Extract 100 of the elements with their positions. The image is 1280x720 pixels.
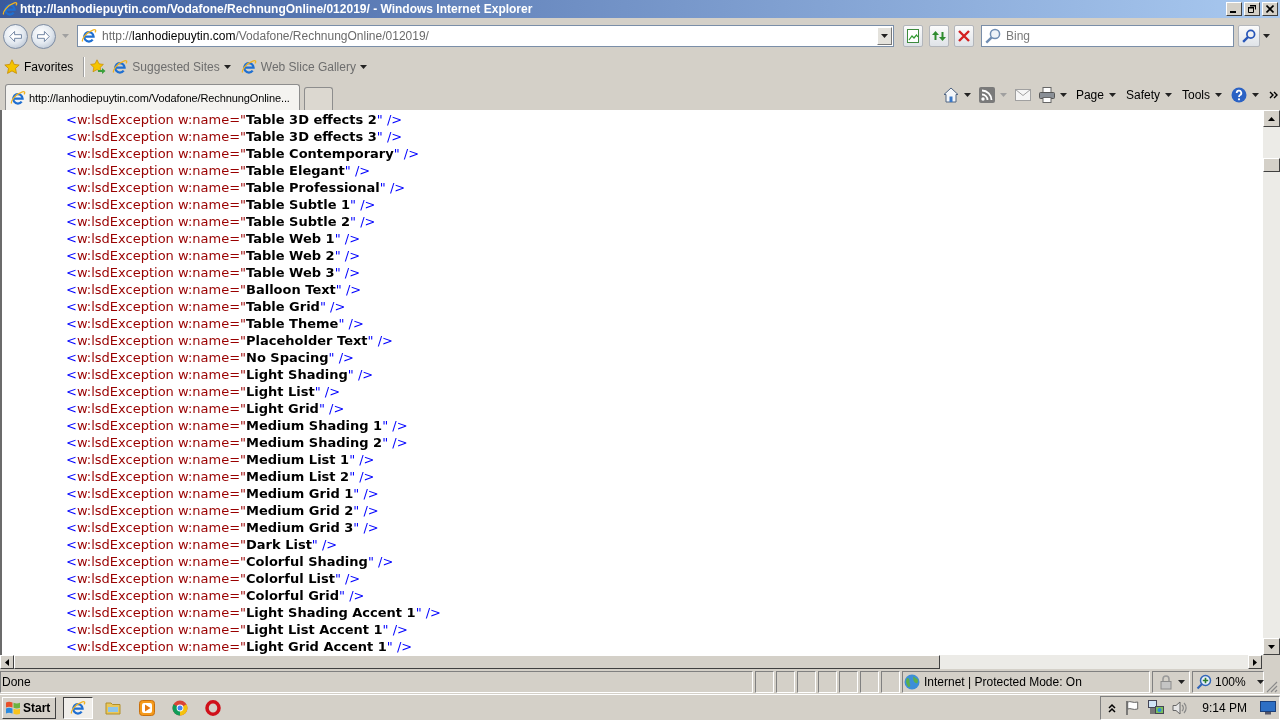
envelope-icon (1014, 87, 1031, 103)
browser-logo-icon (240, 59, 257, 75)
refresh-button[interactable] (929, 25, 949, 47)
status-pane (839, 671, 858, 693)
caret-icon (61, 34, 69, 38)
window-title: http://lanhodiepuytin.com/Vodafone/RechnungOnline/012019/ - Windows Internet Explorer (20, 2, 533, 16)
restore-icon (1248, 5, 1256, 13)
padlock-icon (1157, 674, 1174, 690)
status-pane (776, 671, 795, 693)
right-arrow-icon (1253, 658, 1257, 666)
browser-logo-icon (70, 699, 86, 716)
scroll-down-button[interactable] (1263, 638, 1280, 655)
minimize-button[interactable] (1226, 2, 1242, 16)
zoom-button[interactable]: 100% (1192, 671, 1264, 693)
search-field[interactable]: Bing (981, 25, 1234, 47)
scroll-left-button[interactable] (0, 655, 14, 669)
xml-line: <w:lsdException w:name="Table 3D effects 2" /> (66, 111, 403, 128)
start-button[interactable]: Start (2, 696, 56, 719)
browser-logo-icon (10, 89, 26, 106)
page-icon (906, 29, 920, 43)
scroll-right-button[interactable] (1248, 655, 1262, 669)
protected-mode-button[interactable] (1152, 671, 1190, 693)
scrollbar-thumb[interactable] (14, 655, 940, 669)
caret-icon (1215, 93, 1222, 97)
tab[interactable]: http://lanhodiepuytin.com/Vodafone/RechnungOnline... (5, 84, 300, 110)
status-pane (860, 671, 879, 693)
search-icon (1242, 29, 1256, 43)
up-chevron-icon[interactable] (1108, 702, 1117, 713)
xml-line: <w:lsdException w:name="Colorful List" /> (66, 570, 361, 587)
feeds-button[interactable] (976, 84, 1009, 106)
speaker-icon[interactable] (1172, 699, 1189, 716)
scroll-up-button[interactable] (1263, 110, 1280, 127)
feed-icon (978, 87, 995, 103)
taskbar-button[interactable] (63, 696, 93, 719)
xml-line: <w:lsdException w:name="Light List" /> (66, 383, 341, 400)
clock-text: 9:14 PM (1202, 700, 1247, 715)
xml-line: <w:lsdException w:name="Table Subtle 1" /> (66, 196, 376, 213)
print-button[interactable] (1036, 84, 1069, 106)
right-arrow-icon (37, 30, 50, 42)
xml-line: <w:lsdException w:name="Colorful Grid" /> (66, 587, 365, 604)
tile-logo-icon (5, 699, 21, 716)
xml-line: <w:lsdException w:name="Table Elegant" /> (66, 162, 371, 179)
menu-button[interactable]: Page (1072, 84, 1119, 106)
menu-button[interactable]: Tools (1179, 84, 1225, 106)
xml-line: <w:lsdException w:name="Medium Grid 3" /> (66, 519, 379, 536)
zoom-icon (1196, 674, 1212, 690)
resize-grip-icon[interactable] (1266, 681, 1278, 693)
address-field[interactable]: http://lanhodiepuytin.com/Vodafone/RechnungOnline/012019/ (77, 25, 894, 47)
caret-icon (359, 65, 367, 69)
search-icon (985, 28, 1001, 44)
help-icon (1231, 87, 1247, 103)
close-icon (1266, 5, 1274, 13)
double-chevron-icon (1269, 91, 1278, 99)
favorites-link[interactable]: Suggested Sites (112, 56, 231, 78)
xml-line: <w:lsdException w:name="No Spacing" /> (66, 349, 354, 366)
back-button[interactable] (3, 23, 28, 49)
favorites-link[interactable]: Web Slice Gallery (240, 56, 367, 78)
xml-line: <w:lsdException w:name="Medium Grid 1" /> (66, 485, 379, 502)
address-dropdown-button[interactable] (877, 27, 892, 45)
caret-icon (963, 93, 971, 97)
forward-button[interactable] (31, 23, 56, 49)
printer-icon (1038, 87, 1055, 103)
xml-line: <w:lsdException w:name="Table Theme" /> (66, 315, 364, 332)
xml-line: <w:lsdException w:name="Medium List 2" /> (66, 468, 375, 485)
status-text: Done (0, 671, 753, 693)
status-pane (755, 671, 774, 693)
xml-line: <w:lsdException w:name="Medium Shading 1" /> (66, 417, 408, 434)
home-icon (942, 87, 959, 103)
refresh-icon (932, 29, 946, 43)
ring-logo-icon[interactable] (205, 699, 221, 716)
xml-line: <w:lsdException w:name="Table Web 1" /> (66, 230, 361, 247)
xml-line: <w:lsdException w:name="Table Grid" /> (66, 298, 346, 315)
caret-icon (223, 65, 231, 69)
close-button[interactable] (1262, 2, 1278, 16)
network-icon[interactable] (1148, 699, 1165, 716)
xml-line: <w:lsdException w:name="Colorful Shading" /> (66, 553, 394, 570)
scrollbar-thumb[interactable] (1263, 158, 1280, 172)
star-icon (4, 59, 20, 75)
up-arrow-icon (1268, 116, 1275, 121)
menu-button[interactable]: Safety (1122, 84, 1175, 106)
search-button[interactable] (1238, 25, 1260, 47)
restore-button[interactable] (1244, 2, 1260, 16)
caret-icon (1262, 34, 1270, 38)
down-arrow-icon (1268, 644, 1275, 649)
stop-button[interactable] (954, 25, 974, 47)
zone-text: Internet | Protected Mode: On (924, 675, 1082, 689)
flag-icon[interactable] (1124, 699, 1141, 716)
favorites-button[interactable]: Favorites (4, 56, 76, 78)
xml-line: <w:lsdException w:name="Table Web 3" /> (66, 264, 361, 281)
xml-line: <w:lsdException w:name="Light Grid Accent 1" /> (66, 638, 413, 655)
xml-line: <w:lsdException w:name="Dark List" /> (66, 536, 338, 553)
compatibility-button[interactable] (903, 25, 923, 47)
caret-icon (1252, 93, 1259, 97)
monitor-icon[interactable] (1260, 700, 1276, 715)
round-logo-icon[interactable] (172, 699, 188, 716)
play-icon[interactable] (139, 699, 155, 716)
stop-icon (957, 29, 971, 43)
caret-icon (1165, 93, 1172, 97)
browser-logo-icon (81, 28, 97, 44)
status-pane (797, 671, 816, 693)
